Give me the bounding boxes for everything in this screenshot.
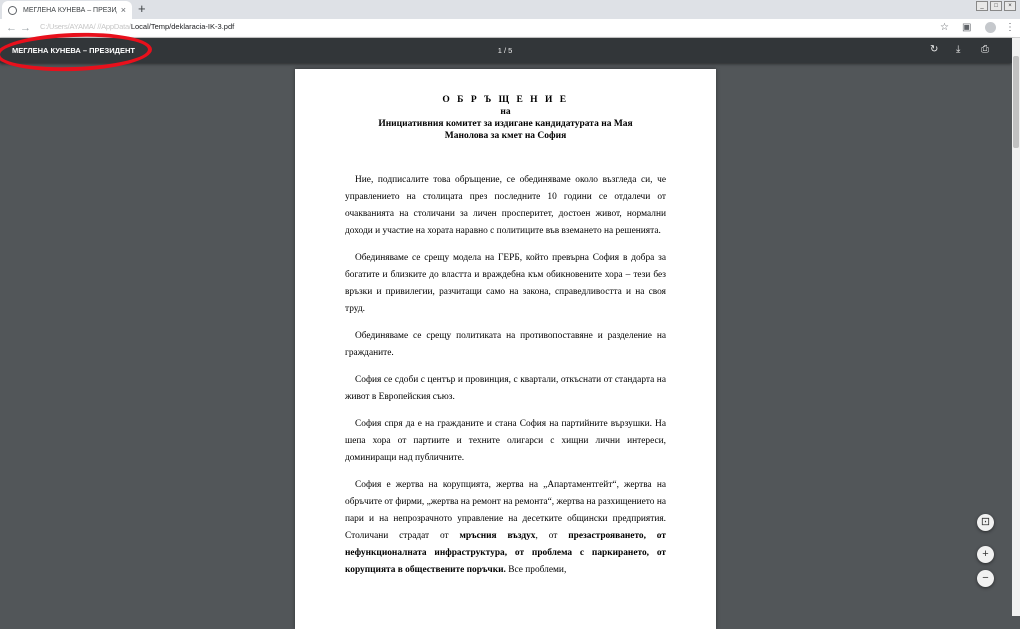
paragraph-6-c: , от — [535, 531, 569, 541]
browser-toolbar: ← → C:/Users/AYAMA/ //AppData/Local/Temp… — [0, 19, 1020, 38]
forward-icon[interactable]: → — [20, 21, 31, 35]
paragraph-6: София е жертва на корупцията, жертва на … — [345, 477, 666, 579]
download-icon[interactable]: ⤓ — [956, 44, 960, 56]
print-icon[interactable]: ⎙ — [981, 44, 989, 56]
window-close-icon[interactable]: × — [1004, 1, 1016, 11]
document-body: О Б Р Ъ Щ Е Н И Е на Инициативния комите… — [345, 94, 666, 589]
document-subtitle-1: на — [500, 107, 511, 117]
tab-title: МЕГЛЕНА КУНЕВА – ПРЕЗИДЕНТ — [23, 6, 117, 14]
maximize-icon[interactable]: □ — [990, 1, 1002, 11]
paragraph-4: София се сдоби с център и провинция, с к… — [345, 375, 666, 402]
paragraph-3: Обединяваме се срещу политиката на проти… — [345, 331, 666, 358]
document-subtitle-2: Инициативния комитет за издигане кандида… — [378, 119, 633, 129]
paragraph-6-b: мръсния въздух — [459, 531, 536, 541]
extension-icon[interactable]: ▣ — [962, 22, 971, 34]
document-subtitle-3: Манолова за кмет на София — [444, 131, 567, 141]
pdf-page: О Б Р Ъ Щ Е Н И Е на Инициативния комите… — [295, 69, 716, 629]
fit-page-button[interactable]: ⊡ — [977, 514, 994, 531]
document-heading: О Б Р Ъ Щ Е Н И Е на Инициативния комите… — [345, 94, 666, 142]
paragraph-1: Ние, подписалите това обръщение, се обед… — [345, 175, 666, 236]
paragraph-2: Обединяваме се срещу модела на ГЕРБ, кой… — [345, 253, 666, 314]
browser-tab[interactable]: МЕГЛЕНА КУНЕВА – ПРЕЗИДЕНТ × — [2, 1, 132, 19]
paragraph-6-e: Все проблеми, — [505, 565, 567, 575]
minimize-icon[interactable]: _ — [976, 1, 988, 11]
globe-icon — [8, 5, 17, 15]
page-indicator: 1 / 5 — [497, 46, 513, 55]
paragraph-5: София спря да е на гражданите и стана Со… — [345, 419, 666, 463]
url-hidden-part: C:/Users/AYAMA/ //AppData/ — [40, 22, 131, 31]
menu-icon[interactable]: ⋮ — [1005, 22, 1015, 34]
window-controls: _ □ × — [976, 1, 1016, 11]
document-title: О Б Р Ъ Щ Е Н И Е — [442, 95, 569, 105]
rotate-icon[interactable]: ↻ — [930, 44, 938, 56]
star-icon[interactable]: ☆ — [940, 22, 949, 34]
scrollbar-thumb[interactable] — [1013, 56, 1019, 148]
zoom-out-button[interactable]: − — [977, 570, 994, 587]
zoom-in-button[interactable]: + — [977, 546, 994, 563]
back-icon[interactable]: ← — [6, 21, 17, 35]
address-bar[interactable]: C:/Users/AYAMA/ //AppData/Local/Temp/dek… — [40, 22, 234, 31]
tab-strip: МЕГЛЕНА КУНЕВА – ПРЕЗИДЕНТ × + _ □ × — [0, 0, 1020, 19]
close-tab-icon[interactable]: × — [121, 5, 126, 15]
avatar[interactable] — [985, 22, 996, 33]
new-tab-button[interactable]: + — [138, 1, 146, 17]
url-path: Local/Temp/deklaracia-IK-3.pdf — [130, 22, 235, 31]
